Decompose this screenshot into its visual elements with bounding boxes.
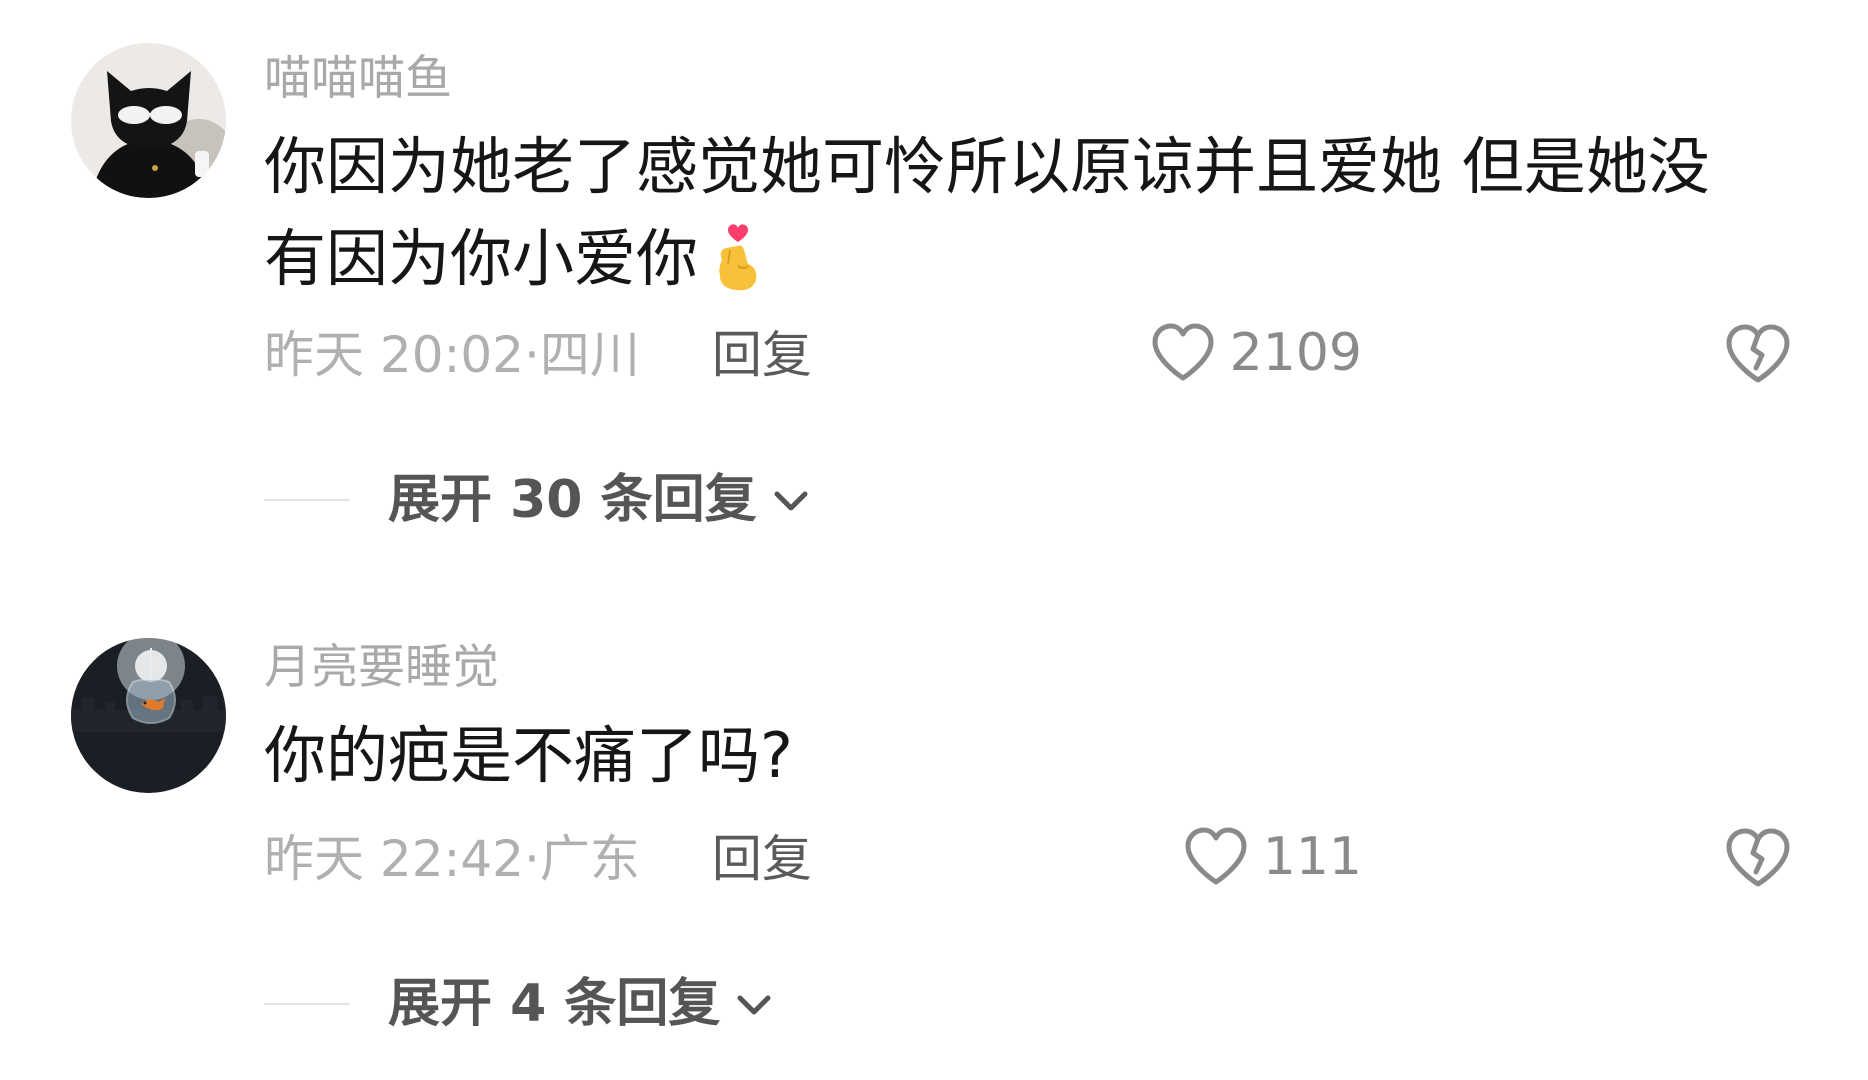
comment-time: 昨天 22:42 xyxy=(264,830,524,888)
heart-outline-icon xyxy=(1152,323,1214,381)
like-count: 2109 xyxy=(1229,323,1362,383)
comment-meta: 昨天 20:02·四川 回复 xyxy=(264,330,812,380)
comment-text-line: 有因为你小爱你 xyxy=(264,222,699,295)
comment-text: 你因为她老了感觉她可怜所以原谅并且爱她 但是她没 有因为你小爱你 xyxy=(264,121,1804,305)
username[interactable]: 月亮要睡觉 xyxy=(264,644,499,691)
comment-item: 喵喵喵鱼 你因为她老了感觉她可怜所以原谅并且爱她 但是她没 有因为你小爱你 昨天… xyxy=(0,0,1868,560)
username[interactable]: 喵喵喵鱼 xyxy=(264,55,452,102)
reply-button[interactable]: 回复 xyxy=(712,326,812,384)
expand-replies: 展开 4 条回复 xyxy=(264,978,778,1030)
comment-time: 昨天 20:02 xyxy=(264,326,524,384)
expand-replies: 展开 30 条回复 xyxy=(264,474,815,526)
comment-text-line: 你的疤是不痛了吗? xyxy=(264,719,793,792)
expand-replies-button[interactable]: 展开 30 条回复 xyxy=(388,474,757,526)
dislike-button[interactable] xyxy=(1722,822,1794,894)
comment-location: 广东 xyxy=(539,830,640,888)
like-count: 111 xyxy=(1262,827,1362,887)
divider-line xyxy=(264,499,350,501)
heart-outline-icon xyxy=(1185,827,1247,885)
chevron-down-icon[interactable] xyxy=(730,980,778,1028)
broken-heart-icon xyxy=(1726,324,1790,383)
comment-location: 四川 xyxy=(539,326,640,384)
avatar[interactable] xyxy=(71,43,226,198)
reply-button[interactable]: 回复 xyxy=(712,830,812,888)
divider-line xyxy=(264,1003,350,1005)
broken-heart-icon xyxy=(1726,828,1790,887)
avatar[interactable] xyxy=(71,638,226,793)
goldfish-bowl-avatar-icon xyxy=(71,638,226,793)
expand-replies-button[interactable]: 展开 4 条回复 xyxy=(388,978,720,1030)
meta-separator: · xyxy=(524,830,540,888)
comment-item: 月亮要睡觉 你的疤是不痛了吗? 昨天 22:42·广东 回复 111 展开 4 条… xyxy=(0,560,1868,1080)
like-button[interactable]: 2109 xyxy=(1150,322,1362,384)
chevron-down-icon[interactable] xyxy=(767,476,815,524)
dislike-button[interactable] xyxy=(1722,318,1794,390)
black-cat-avatar-icon xyxy=(71,43,226,198)
comment-meta: 昨天 22:42·广东 回复 xyxy=(264,834,812,884)
meta-separator: · xyxy=(524,326,540,384)
finger-heart-emoji-icon xyxy=(708,220,768,292)
like-button[interactable]: 111 xyxy=(1183,826,1362,888)
comment-text-line: 你因为她老了感觉她可怜所以原谅并且爱她 但是她没 xyxy=(264,130,1710,203)
comment-text: 你的疤是不痛了吗? xyxy=(264,710,1804,802)
